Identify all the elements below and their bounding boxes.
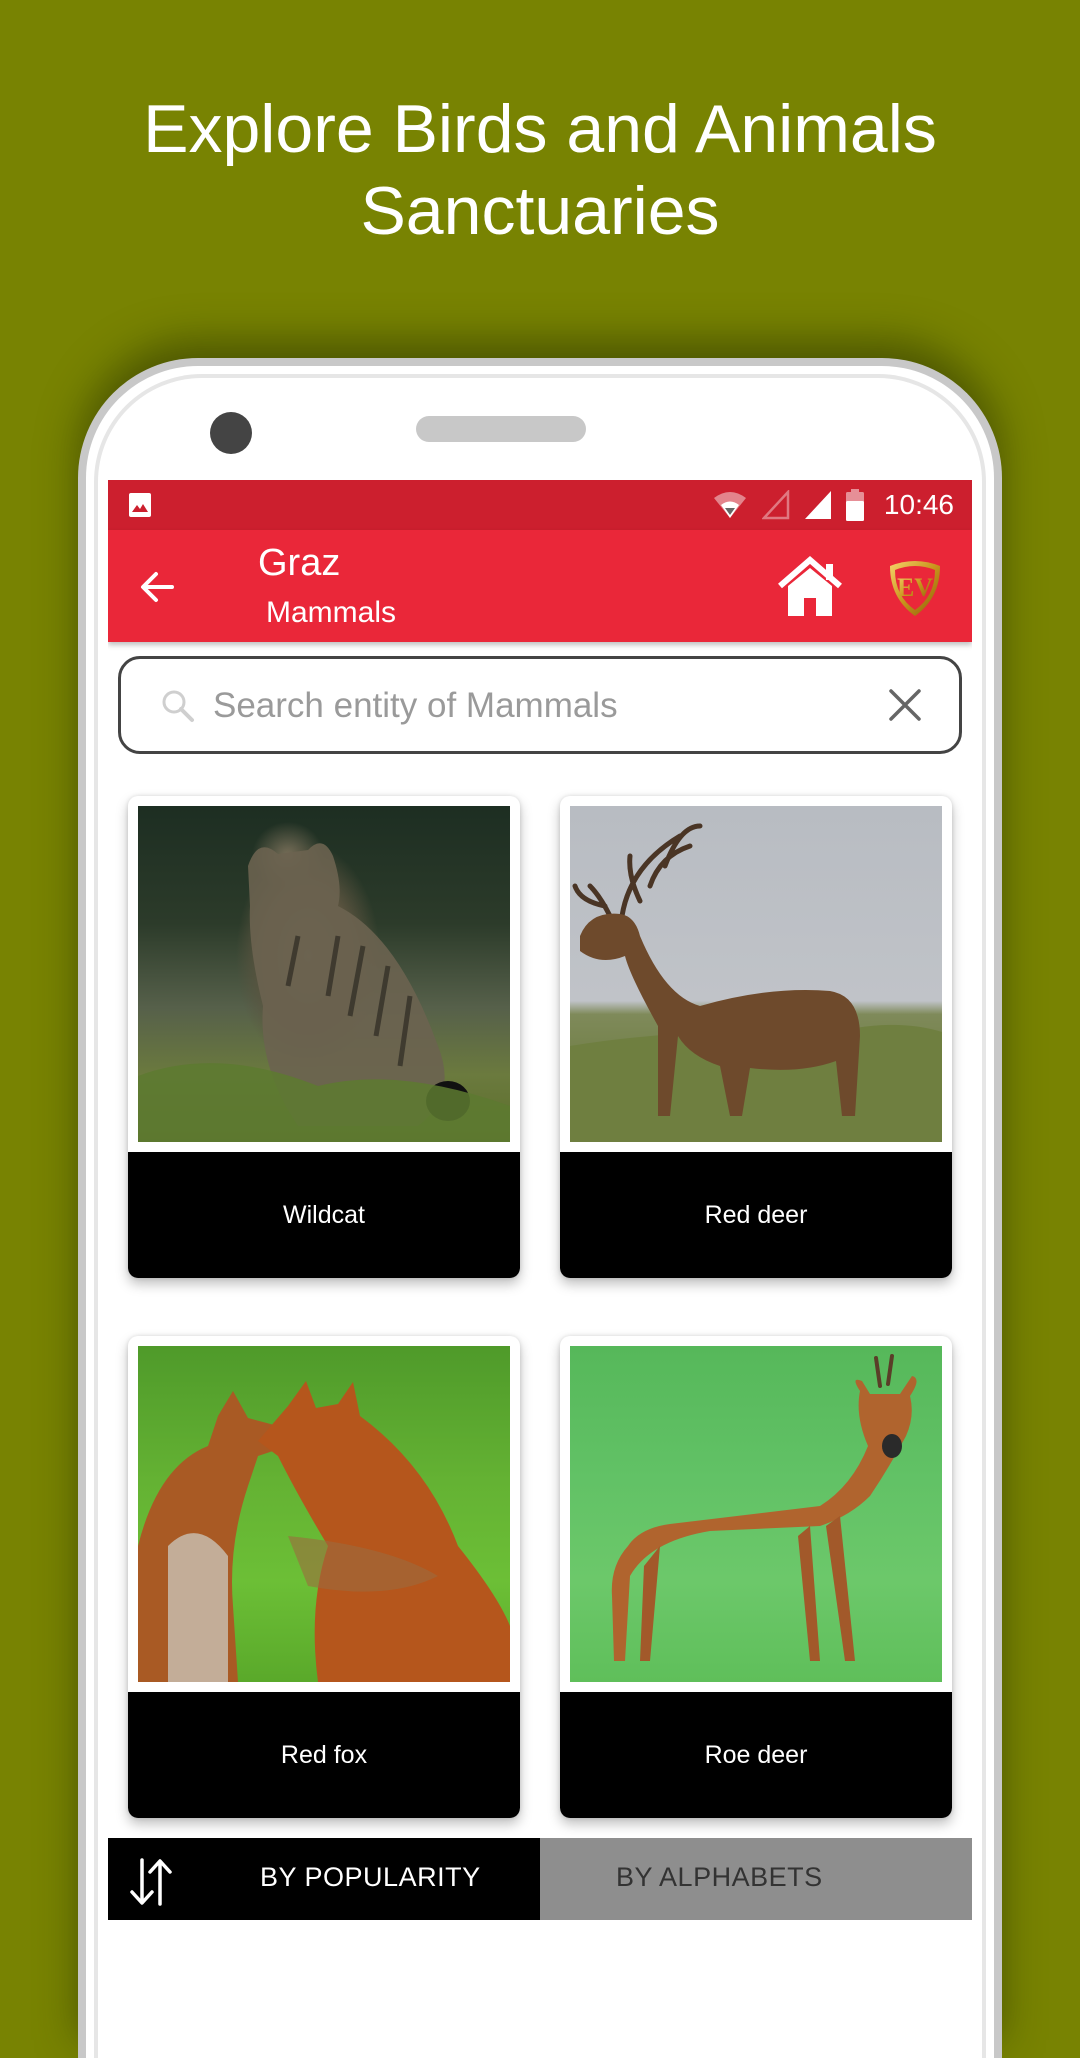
roe-deer-photo <box>570 1346 942 1682</box>
app-screen: 10:46 Graz Mammals EV Search entity of M… <box>108 480 972 1920</box>
promo-headline-line1: Explore Birds and Animals <box>143 91 937 167</box>
animal-name: Red fox <box>128 1692 520 1818</box>
image-notification-icon <box>129 493 151 517</box>
promo-headline: Explore Birds and Animals Sanctuaries <box>0 88 1080 252</box>
signal-empty-icon <box>761 490 790 520</box>
animal-name: Roe deer <box>560 1692 952 1818</box>
red-deer-illustration <box>570 823 942 1142</box>
status-icons: 10:46 <box>712 480 954 530</box>
animal-card[interactable]: Red deer <box>560 796 952 1278</box>
close-icon[interactable] <box>887 687 923 723</box>
page-title: Graz <box>258 542 341 584</box>
search-input[interactable] <box>211 677 815 735</box>
search-icon <box>162 690 194 722</box>
red-deer-photo <box>570 806 942 1142</box>
animal-card[interactable]: Red fox <box>128 1336 520 1818</box>
page-subtitle: Mammals <box>266 596 397 629</box>
wifi-icon <box>713 492 746 518</box>
arrow-left-icon[interactable] <box>136 566 178 608</box>
wildcat-photo <box>138 806 510 1142</box>
tab-by-popularity-label: BY POPULARITY <box>260 1862 481 1892</box>
sort-bar: BY POPULARITY BY ALPHABETS <box>108 1838 972 1920</box>
phone-camera <box>210 412 252 454</box>
search-box[interactable] <box>118 656 962 754</box>
status-bar: 10:46 <box>108 480 972 530</box>
roe-deer-illustration <box>611 1354 917 1661</box>
wildcat-illustration <box>138 843 510 1142</box>
app-logo-text: EV <box>897 573 933 602</box>
app-logo[interactable]: EV <box>886 556 944 618</box>
promo-headline-line2: Sanctuaries <box>360 173 720 249</box>
battery-icon <box>845 489 864 521</box>
red-fox-photo <box>138 1346 510 1682</box>
tab-by-popularity[interactable]: BY POPULARITY <box>108 1838 540 1920</box>
tab-by-alphabets[interactable]: BY ALPHABETS <box>540 1838 972 1920</box>
home-icon[interactable] <box>776 556 844 618</box>
animal-card[interactable]: Wildcat <box>128 796 520 1278</box>
animal-name: Wildcat <box>128 1152 520 1278</box>
status-time: 10:46 <box>883 489 954 520</box>
red-fox-illustration <box>138 1381 510 1682</box>
sort-arrows-icon[interactable] <box>126 1856 176 1908</box>
tab-by-alphabets-label: BY ALPHABETS <box>616 1862 823 1892</box>
phone-speaker <box>416 416 586 442</box>
signal-full-icon <box>804 491 831 519</box>
animal-card[interactable]: Roe deer <box>560 1336 952 1818</box>
animal-name: Red deer <box>560 1152 952 1278</box>
app-bar: Graz Mammals EV <box>108 530 972 642</box>
